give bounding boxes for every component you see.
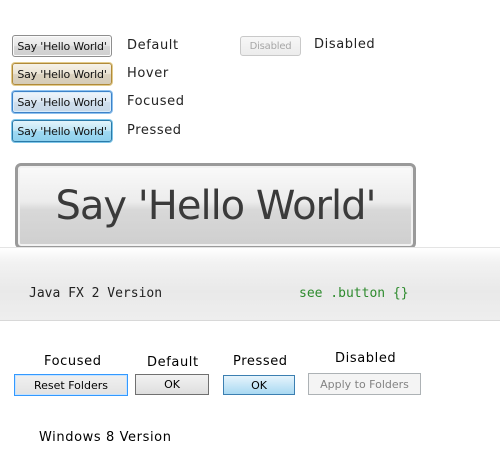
reset-folders-button[interactable]: Reset Folders bbox=[14, 374, 128, 396]
javafx-large-button[interactable]: Say 'Hello World' bbox=[15, 163, 416, 249]
javafx-pressed-label: Pressed bbox=[127, 123, 182, 138]
win8-pressed-label: Pressed bbox=[233, 354, 288, 369]
win8-disabled-label: Disabled bbox=[335, 351, 397, 366]
javafx-footer-band bbox=[0, 247, 500, 321]
css-hint-label: see .button {} bbox=[299, 286, 409, 301]
ok-pressed-button[interactable]: OK bbox=[223, 375, 295, 395]
javafx-hover-label: Hover bbox=[127, 66, 169, 81]
javafx-disabled-button: Disabled bbox=[240, 36, 301, 56]
javafx-version-label: Java FX 2 Version bbox=[29, 286, 163, 301]
win8-version-label: Windows 8 Version bbox=[39, 430, 172, 445]
win8-default-label: Default bbox=[147, 355, 199, 370]
javafx-default-button[interactable]: Say 'Hello World' bbox=[12, 35, 112, 57]
ok-default-button[interactable]: OK bbox=[135, 374, 209, 395]
javafx-pressed-button[interactable]: Say 'Hello World' bbox=[12, 120, 112, 142]
javafx-default-label: Default bbox=[127, 38, 179, 53]
javafx-hover-button[interactable]: Say 'Hello World' bbox=[12, 63, 112, 85]
javafx-disabled-label: Disabled bbox=[314, 37, 376, 52]
javafx-focused-button[interactable]: Say 'Hello World' bbox=[12, 91, 112, 113]
apply-to-folders-button: Apply to Folders bbox=[308, 373, 421, 395]
javafx-focused-label: Focused bbox=[127, 94, 185, 109]
win8-focused-label: Focused bbox=[44, 354, 102, 369]
